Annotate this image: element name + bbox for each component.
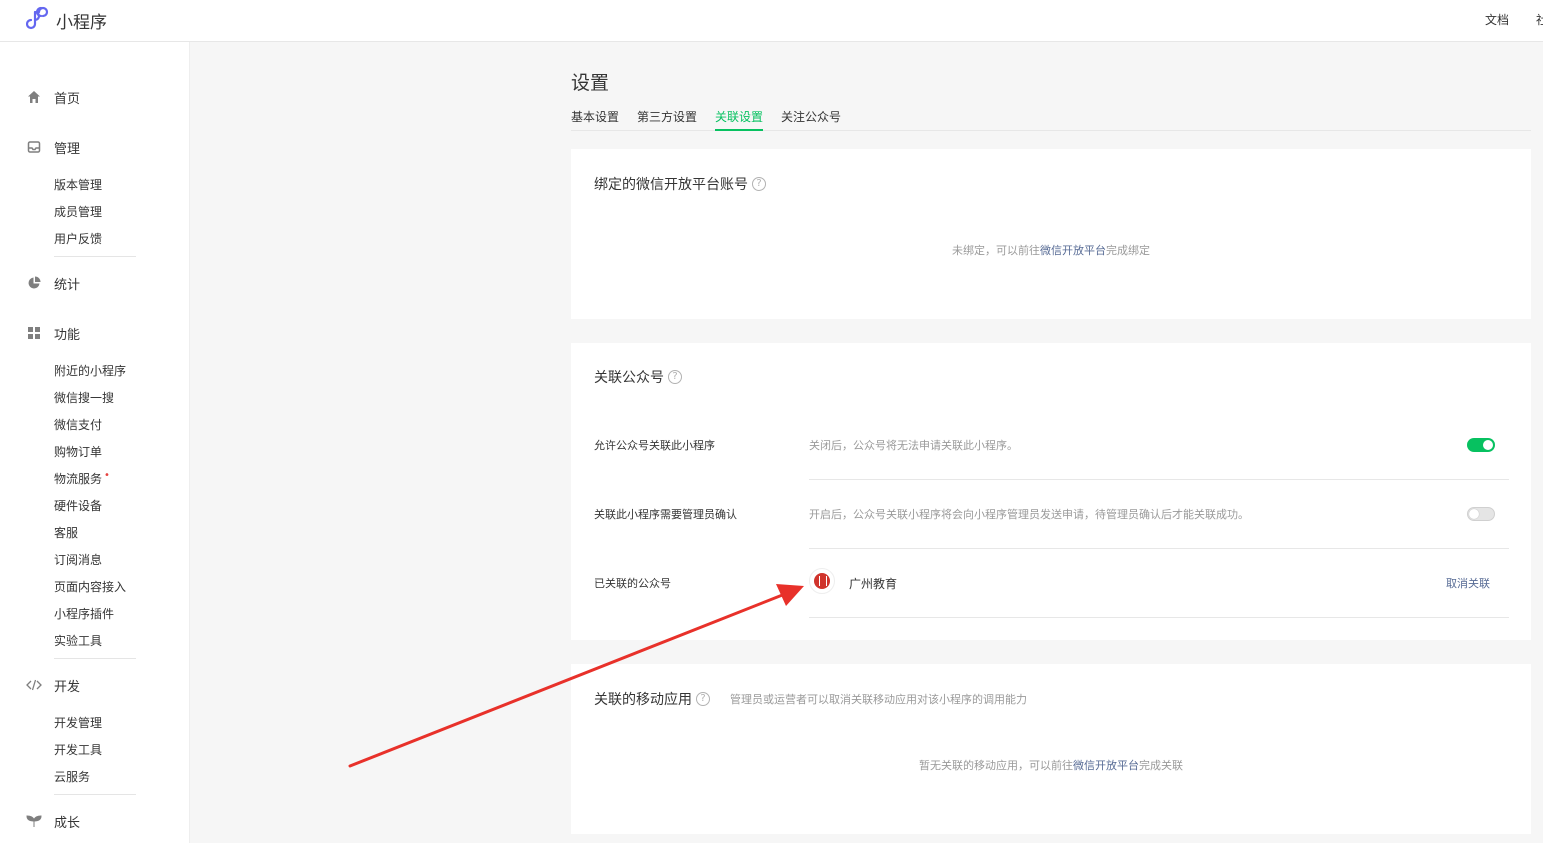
tab-basic[interactable]: 基本设置 [571,108,619,131]
nav-home[interactable]: 首页 [0,88,190,107]
open-platform-title-text: 绑定的微信开放平台账号 [594,177,748,193]
nav-manage-label: 管理 [54,141,81,157]
account-avatar [809,568,835,594]
sidebar-item-lab[interactable]: 实验工具 [54,632,102,649]
allow-association-desc: 关闭后，公众号将无法申请关联此小程序。 [809,439,1018,452]
sidebar-item-pay[interactable]: 微信支付 [54,416,102,433]
divider [809,479,1509,480]
toggle-knob [1469,509,1479,519]
nav-growth[interactable]: 成长 [0,812,190,831]
nav-features-label: 功能 [54,327,81,343]
tab-association[interactable]: 关联设置 [715,108,764,131]
linked-account-label: 已关联的公众号 [594,577,671,590]
admin-confirm-toggle[interactable] [1467,507,1495,521]
cut-off-link[interactable]: 社 [1536,11,1543,28]
mobile-app-empty: 暂无关联的移动应用，可以前往微信开放平台完成关联 [571,757,1531,773]
code-icon [26,677,42,693]
official-account-title: 关联公众号 ? [594,367,682,387]
empty-prefix: 未绑定，可以前往 [952,244,1040,257]
sidebar-item-hardware[interactable]: 硬件设备 [54,497,102,514]
sidebar-item-dev-manage[interactable]: 开发管理 [54,714,102,731]
divider [54,658,136,659]
sidebar-item-version[interactable]: 版本管理 [54,176,102,193]
divider [54,794,136,795]
nav-home-label: 首页 [54,91,81,107]
settings-tabs: 基本设置 第三方设置 关联设置 关注公众号 [571,108,1531,131]
empty-suffix: 完成绑定 [1106,244,1150,257]
sidebar-item-subscribe[interactable]: 订阅消息 [54,551,102,568]
open-platform-title: 绑定的微信开放平台账号 ? [594,174,766,194]
mobile-app-title: 关联的移动应用 ? 管理员或运营者可以取消关联移动应用对该小程序的调用能力 [594,689,1027,709]
nav-stats[interactable]: 统计 [0,274,190,293]
mobile-app-card: 关联的移动应用 ? 管理员或运营者可以取消关联移动应用对该小程序的调用能力 暂无… [571,664,1531,834]
linked-account-name: 广州教育 [849,577,898,591]
open-platform-link[interactable]: 微信开放平台 [1073,759,1139,772]
sidebar-item-orders[interactable]: 购物订单 [54,443,102,460]
nav-features[interactable]: 功能 [0,324,190,343]
official-account-card: 关联公众号 ? 允许公众号关联此小程序 关闭后，公众号将无法申请关联此小程序。 … [571,343,1531,640]
sidebar-item-dev-tools[interactable]: 开发工具 [54,741,102,758]
nav-stats-label: 统计 [54,277,81,293]
tab-third-party[interactable]: 第三方设置 [637,108,697,131]
grid-icon [26,325,42,341]
empty-suffix: 完成关联 [1139,759,1183,772]
page-title: 设置 [571,72,610,94]
divider [809,617,1509,618]
app-name: 小程序 [56,12,107,33]
toggle-knob [1483,440,1493,450]
sidebar-item-logistics-label: 物流服务 [54,472,103,486]
top-bar: 小程序 文档 社 [0,0,1543,42]
allow-association-toggle[interactable] [1467,438,1495,452]
nav-manage[interactable]: 管理 [0,138,190,157]
docs-link[interactable]: 文档 [1485,11,1509,28]
sidebar-item-feedback[interactable]: 用户反馈 [54,230,102,247]
home-icon [26,89,42,105]
mobile-app-title-text: 关联的移动应用 [594,692,692,708]
divider [809,548,1509,549]
nav-growth-label: 成长 [54,815,81,831]
sprout-icon [26,813,42,829]
help-icon[interactable]: ? [668,370,682,384]
education-emblem-icon [814,573,830,589]
divider [54,256,136,257]
unlink-button[interactable]: 取消关联 [1446,575,1490,591]
inbox-icon [26,139,42,155]
sidebar-item-search[interactable]: 微信搜一搜 [54,389,114,406]
logo[interactable]: 小程序 [25,6,107,34]
nav-dev[interactable]: 开发 [0,676,190,695]
open-platform-card: 绑定的微信开放平台账号 ? 未绑定，可以前往微信开放平台完成绑定 [571,149,1531,319]
sidebar-item-logistics[interactable]: 物流服务 • [54,470,110,487]
sidebar-item-plugins[interactable]: 小程序插件 [54,605,114,622]
sidebar-item-nearby[interactable]: 附近的小程序 [54,362,126,379]
help-icon[interactable]: ? [696,692,710,706]
open-platform-empty: 未绑定，可以前往微信开放平台完成绑定 [571,242,1531,258]
new-badge: • [104,470,110,481]
official-account-title-text: 关联公众号 [594,370,664,386]
mobile-app-desc: 管理员或运营者可以取消关联移动应用对该小程序的调用能力 [730,693,1027,706]
pie-chart-icon [26,275,42,291]
sidebar-item-content[interactable]: 页面内容接入 [54,578,126,595]
mini-program-logo-icon [25,6,50,34]
sidebar-item-members[interactable]: 成员管理 [54,203,102,220]
sidebar-item-cloud[interactable]: 云服务 [54,768,90,785]
tab-follow-account[interactable]: 关注公众号 [781,108,841,131]
sidebar: 首页 管理 版本管理 成员管理 用户反馈 统计 功能 附近的小程序 微信搜一搜 … [0,42,190,843]
help-icon[interactable]: ? [752,177,766,191]
empty-prefix: 暂无关联的移动应用，可以前往 [919,759,1073,772]
admin-confirm-desc: 开启后，公众号关联小程序将会向小程序管理员发送申请，待管理员确认后才能关联成功。 [809,508,1249,521]
open-platform-link[interactable]: 微信开放平台 [1040,244,1106,257]
sidebar-item-service[interactable]: 客服 [54,524,78,541]
admin-confirm-label: 关联此小程序需要管理员确认 [594,508,737,521]
nav-dev-label: 开发 [54,679,81,695]
allow-association-label: 允许公众号关联此小程序 [594,439,715,452]
